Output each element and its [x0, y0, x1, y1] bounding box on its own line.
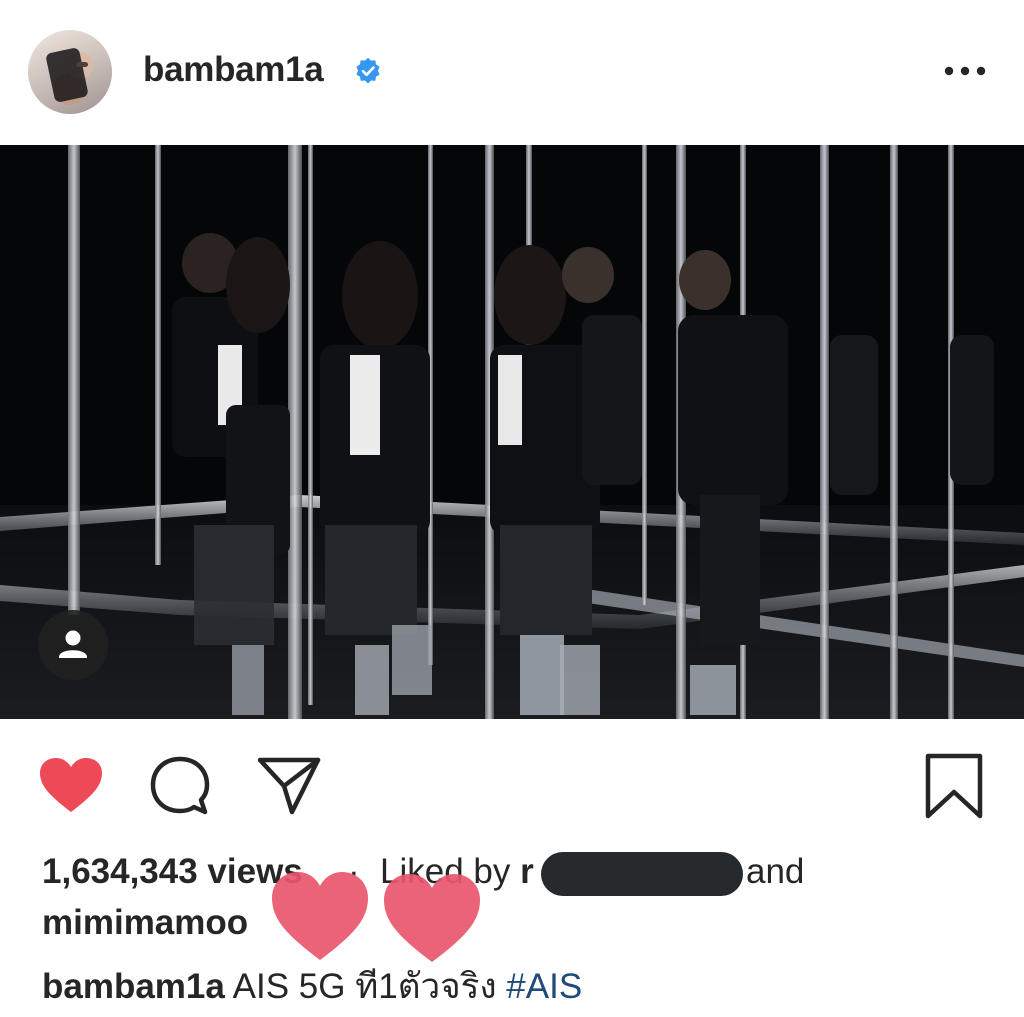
caption-text: AIS 5G ที1ตัวจริง	[232, 967, 497, 1006]
heart-filled-icon[interactable]	[38, 756, 104, 816]
more-horizontal-icon[interactable]	[943, 62, 987, 80]
username[interactable]: bambam1a	[143, 50, 324, 90]
verified-badge-icon	[356, 58, 380, 84]
video-frame	[0, 145, 1024, 719]
post-video[interactable]	[0, 145, 1024, 719]
action-bar	[0, 740, 1024, 830]
redaction-bar	[541, 852, 743, 896]
heart-sticker-icon	[272, 872, 368, 960]
direct-send-icon[interactable]	[256, 754, 322, 820]
second-liker[interactable]: mimimamoo	[42, 903, 248, 943]
user-tag-button[interactable]	[38, 610, 108, 680]
bookmark-icon[interactable]	[922, 752, 986, 822]
comment-icon[interactable]	[147, 754, 213, 820]
liked-by-user[interactable]: r	[520, 852, 534, 891]
and-text: and	[746, 852, 805, 891]
avatar-eye	[76, 62, 88, 67]
avatar[interactable]	[28, 30, 112, 114]
post-header: bambam1a	[0, 0, 1024, 145]
heart-sticker-icon	[384, 874, 480, 962]
caption: bambam1a AIS 5G ที1ตัวจริง #AIS	[42, 967, 582, 1007]
caption-username[interactable]: bambam1a	[42, 967, 225, 1006]
user-tag-icon	[59, 630, 87, 658]
caption-hashtag[interactable]: #AIS	[506, 967, 582, 1006]
avatar-veil	[45, 47, 89, 103]
view-count[interactable]: 1,634,343 views	[42, 852, 303, 892]
